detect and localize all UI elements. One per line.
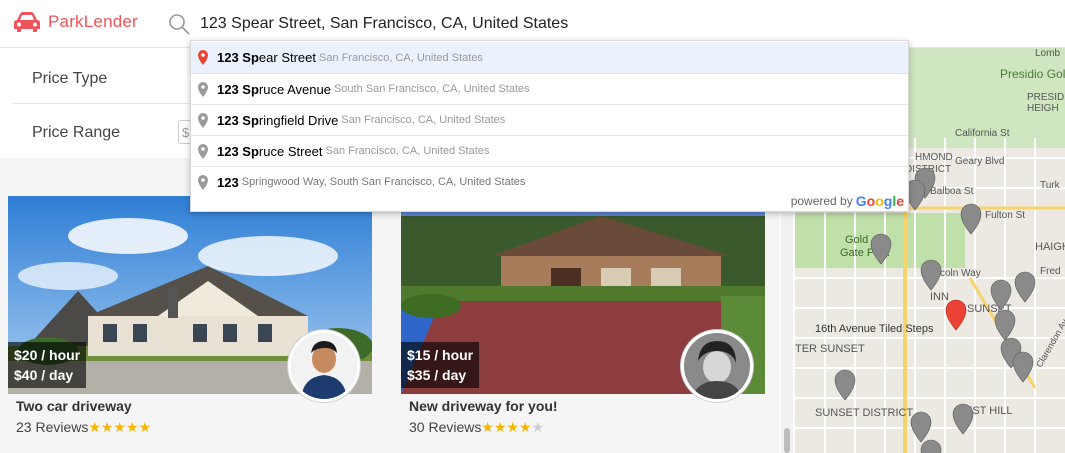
- autocomplete-item[interactable]: 123 Springfield Drive San Francisco, CA,…: [191, 104, 908, 135]
- map-label: HMOND: [915, 152, 953, 163]
- map-label: INN: [930, 291, 949, 303]
- suggestion-match: 123: [217, 174, 239, 190]
- listing-card[interactable]: $15 / hour $35 / day New driveway for yo…: [401, 196, 765, 453]
- map-label: Balboa St: [930, 186, 974, 197]
- daily-price: $35 / day: [407, 367, 467, 383]
- listing-card[interactable]: $20 / hour $40 / day Two car driveway 23…: [8, 196, 372, 453]
- suggestion-secondary: San Francisco, CA, United States: [341, 114, 506, 126]
- map-label: TER SUNSET: [795, 343, 865, 355]
- map-label: Gold: [845, 234, 868, 246]
- map-label: Fulton St: [985, 210, 1025, 221]
- suggestion-match: 123 Sp: [217, 50, 259, 65]
- map-pin-icon: [198, 113, 208, 128]
- suggestion-rest: ear Street: [258, 50, 317, 65]
- powered-by-label: powered by: [790, 194, 853, 208]
- autocomplete-item[interactable]: 123 Spruce Street San Francisco, CA, Uni…: [191, 135, 908, 166]
- hourly-price: $15 / hour: [407, 347, 474, 363]
- map-label: Lomb: [1035, 48, 1060, 59]
- suggestion-secondary: San Francisco, CA, United States: [325, 145, 490, 157]
- map-label: Fred: [1040, 266, 1061, 277]
- map-label: Geary Blvd: [955, 156, 1004, 167]
- price-range-label: Price Range: [32, 124, 121, 141]
- review-count: 30 Reviews: [409, 419, 482, 435]
- map-label: coln Way: [940, 268, 981, 279]
- host-avatar[interactable]: [288, 330, 360, 402]
- rating-stars-empty: ★: [531, 419, 545, 435]
- map-label: California St: [955, 128, 1010, 139]
- suggestion-secondary: San Francisco, CA, United States: [319, 51, 483, 64]
- suggestion-rest: ruce Avenue: [258, 81, 331, 97]
- hourly-price: $20 / hour: [14, 347, 81, 363]
- listing-title[interactable]: New driveway for you!: [409, 398, 558, 414]
- price-type-filter[interactable]: Price Type: [12, 52, 192, 104]
- suggestion-rest: ringfield Drive: [258, 112, 339, 128]
- map-label: Turk: [1040, 180, 1061, 191]
- map-label: HEIGH: [1027, 103, 1059, 114]
- map-label: HAIGH: [1035, 241, 1065, 253]
- map-pin-icon: [198, 50, 208, 65]
- scrollbar-thumb[interactable]: [784, 428, 790, 453]
- autocomplete-item[interactable]: 123 Spear Street San Francisco, CA, Unit…: [191, 42, 908, 73]
- price-type-label: Price Type: [32, 70, 108, 87]
- car-icon: [14, 12, 40, 32]
- suggestion-match: 123 Sp: [217, 81, 259, 97]
- powered-by-google: powered by Google: [791, 193, 904, 209]
- listing-title[interactable]: Two car driveway: [16, 398, 132, 414]
- rating-stars: ★★★★★: [88, 419, 152, 435]
- autocomplete-item[interactable]: 123 Spruce Avenue South San Francisco, C…: [191, 73, 908, 104]
- listing-reviews: 30 Reviews★★★★★: [409, 419, 544, 436]
- google-logo: Google: [855, 193, 904, 209]
- map-label: PRESID: [1027, 92, 1064, 103]
- map-label: 16th Avenue Tiled Steps: [815, 323, 934, 335]
- price-range-filter[interactable]: Price Range: [12, 106, 192, 158]
- suggestion-match: 123 Sp: [217, 143, 259, 159]
- map-pin-icon: [198, 144, 208, 159]
- location-search-input[interactable]: [200, 9, 900, 39]
- autocomplete-dropdown: 123 Spear Street San Francisco, CA, Unit…: [190, 40, 909, 212]
- daily-price: $40 / day: [14, 367, 74, 383]
- host-avatar[interactable]: [681, 330, 753, 402]
- map-pin-icon: [198, 82, 208, 97]
- suggestion-secondary: Springwood Way, South San Francisco, CA,…: [241, 176, 526, 188]
- suggestion-secondary: South San Francisco, CA, United States: [333, 83, 530, 95]
- search-icon: [169, 14, 190, 35]
- listing-reviews: 23 Reviews★★★★★: [16, 419, 151, 436]
- map-label: SUNSET DISTRICT: [815, 407, 913, 419]
- suggestion-rest: ruce Street: [258, 143, 323, 159]
- map-pin-icon: [198, 175, 208, 190]
- app-name: ParkLender: [48, 12, 138, 31]
- suggestion-match: 123 Sp: [217, 112, 259, 128]
- price-tag: $20 / hour $40 / day: [8, 342, 87, 388]
- logo[interactable]: ParkLender: [12, 10, 138, 34]
- map-label: Presidio Golf: [1000, 67, 1065, 81]
- review-count: 23 Reviews: [16, 419, 89, 435]
- price-tag: $15 / hour $35 / day: [401, 342, 480, 388]
- rating-stars: ★★★★: [481, 419, 532, 435]
